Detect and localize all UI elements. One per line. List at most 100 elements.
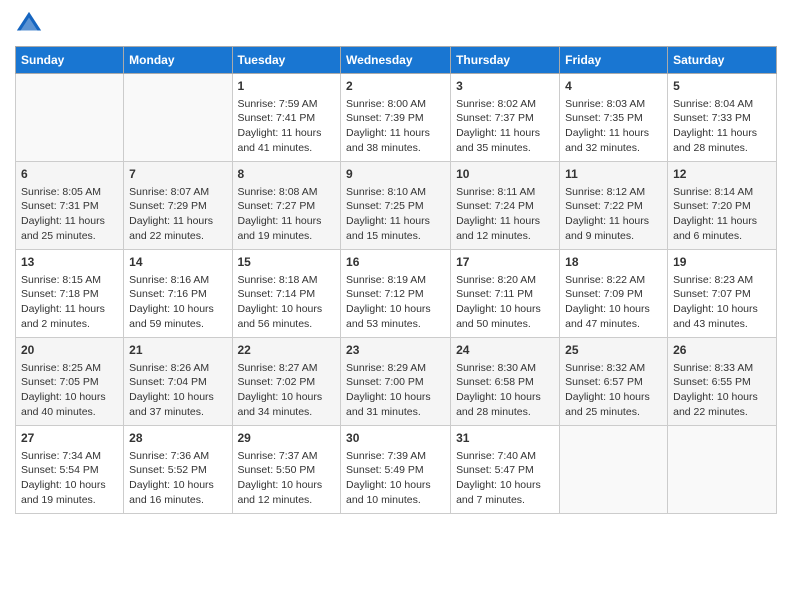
day-number: 24: [456, 342, 554, 359]
calendar-cell: 2Sunrise: 8:00 AMSunset: 7:39 PMDaylight…: [341, 74, 451, 162]
cell-content: Sunrise: 8:07 AMSunset: 7:29 PMDaylight:…: [129, 185, 226, 244]
cell-content: Sunrise: 8:18 AMSunset: 7:14 PMDaylight:…: [238, 273, 336, 332]
sunrise-text: Sunrise: 8:14 AM: [673, 185, 771, 200]
day-number: 2: [346, 78, 445, 95]
calendar-cell: [16, 74, 124, 162]
calendar-cell: 31 Sunrise: 7:40 AMSunset: 5:47 PMDayligh…: [451, 426, 560, 514]
sunset-text: Sunset: 5:54 PM: [21, 463, 118, 478]
calendar-cell: 28 Sunrise: 7:36 AMSunset: 5:52 PMDayligh…: [124, 426, 232, 514]
calendar-cell: 26Sunrise: 8:33 AMSunset: 6:55 PMDayligh…: [668, 338, 777, 426]
weekday-header: Monday: [124, 47, 232, 74]
sunrise-text: Sunrise: 8:10 AM: [346, 185, 445, 200]
daylight-text: Daylight: 10 hours and 56 minutes.: [238, 302, 336, 331]
calendar-cell: 9 Sunrise: 8:10 AMSunset: 7:25 PMDaylight…: [341, 162, 451, 250]
calendar-cell: [124, 74, 232, 162]
calendar-cell: 24Sunrise: 8:30 AMSunset: 6:58 PMDayligh…: [451, 338, 560, 426]
day-number: 6: [21, 166, 118, 183]
cell-content: Sunrise: 8:19 AMSunset: 7:12 PMDaylight:…: [346, 273, 445, 332]
day-number: 1: [238, 78, 336, 95]
day-number: 14: [129, 254, 226, 271]
cell-content: Sunrise: 8:03 AMSunset: 7:35 PMDaylight:…: [565, 97, 662, 156]
sunrise-text: Sunrise: 8:07 AM: [129, 185, 226, 200]
calendar-cell: 6 Sunrise: 8:05 AMSunset: 7:31 PMDaylight…: [16, 162, 124, 250]
daylight-text: Daylight: 11 hours and 38 minutes.: [346, 126, 445, 155]
sunrise-text: Sunrise: 8:19 AM: [346, 273, 445, 288]
daylight-text: Daylight: 11 hours and 25 minutes.: [21, 214, 118, 243]
cell-content: Sunrise: 8:15 AMSunset: 7:18 PMDaylight:…: [21, 273, 118, 332]
sunrise-text: Sunrise: 8:20 AM: [456, 273, 554, 288]
sunrise-text: Sunrise: 7:34 AM: [21, 449, 118, 464]
day-number: 31: [456, 430, 554, 447]
logo: [15, 10, 47, 38]
sunrise-text: Sunrise: 8:08 AM: [238, 185, 336, 200]
cell-content: Sunrise: 8:27 AMSunset: 7:02 PMDaylight:…: [238, 361, 336, 420]
weekday-header: Sunday: [16, 47, 124, 74]
day-number: 28: [129, 430, 226, 447]
daylight-text: Daylight: 10 hours and 53 minutes.: [346, 302, 445, 331]
sunset-text: Sunset: 7:16 PM: [129, 287, 226, 302]
day-number: 9: [346, 166, 445, 183]
calendar-week-row: 13Sunrise: 8:15 AMSunset: 7:18 PMDayligh…: [16, 250, 777, 338]
cell-content: Sunrise: 8:14 AMSunset: 7:20 PMDaylight:…: [673, 185, 771, 244]
sunrise-text: Sunrise: 8:05 AM: [21, 185, 118, 200]
calendar-cell: 3Sunrise: 8:02 AMSunset: 7:37 PMDaylight…: [451, 74, 560, 162]
daylight-text: Daylight: 10 hours and 59 minutes.: [129, 302, 226, 331]
day-number: 16: [346, 254, 445, 271]
sunrise-text: Sunrise: 8:03 AM: [565, 97, 662, 112]
calendar-cell: 8 Sunrise: 8:08 AMSunset: 7:27 PMDaylight…: [232, 162, 341, 250]
sunset-text: Sunset: 7:31 PM: [21, 199, 118, 214]
sunset-text: Sunset: 6:57 PM: [565, 375, 662, 390]
sunset-text: Sunset: 7:04 PM: [129, 375, 226, 390]
sunset-text: Sunset: 7:02 PM: [238, 375, 336, 390]
cell-content: Sunrise: 8:12 AMSunset: 7:22 PMDaylight:…: [565, 185, 662, 244]
weekday-header: Friday: [560, 47, 668, 74]
day-number: 4: [565, 78, 662, 95]
cell-content: Sunrise: 7:40 AMSunset: 5:47 PMDaylight:…: [456, 449, 554, 508]
sunrise-text: Sunrise: 8:02 AM: [456, 97, 554, 112]
sunset-text: Sunset: 7:20 PM: [673, 199, 771, 214]
cell-content: Sunrise: 8:10 AMSunset: 7:25 PMDaylight:…: [346, 185, 445, 244]
sunrise-text: Sunrise: 8:00 AM: [346, 97, 445, 112]
calendar-cell: 21Sunrise: 8:26 AMSunset: 7:04 PMDayligh…: [124, 338, 232, 426]
cell-content: Sunrise: 7:36 AMSunset: 5:52 PMDaylight:…: [129, 449, 226, 508]
cell-content: Sunrise: 8:02 AMSunset: 7:37 PMDaylight:…: [456, 97, 554, 156]
daylight-text: Daylight: 10 hours and 19 minutes.: [21, 478, 118, 507]
cell-content: Sunrise: 7:59 AMSunset: 7:41 PMDaylight:…: [238, 97, 336, 156]
calendar-cell: 18Sunrise: 8:22 AMSunset: 7:09 PMDayligh…: [560, 250, 668, 338]
sunrise-text: Sunrise: 8:29 AM: [346, 361, 445, 376]
daylight-text: Daylight: 10 hours and 50 minutes.: [456, 302, 554, 331]
calendar-cell: 7Sunrise: 8:07 AMSunset: 7:29 PMDaylight…: [124, 162, 232, 250]
weekday-header: Thursday: [451, 47, 560, 74]
day-number: 8: [238, 166, 336, 183]
cell-content: Sunrise: 8:08 AMSunset: 7:27 PMDaylight:…: [238, 185, 336, 244]
weekday-header: Tuesday: [232, 47, 341, 74]
sunset-text: Sunset: 7:18 PM: [21, 287, 118, 302]
daylight-text: Daylight: 10 hours and 37 minutes.: [129, 390, 226, 419]
day-number: 10: [456, 166, 554, 183]
daylight-text: Daylight: 10 hours and 31 minutes.: [346, 390, 445, 419]
sunset-text: Sunset: 7:25 PM: [346, 199, 445, 214]
daylight-text: Daylight: 11 hours and 41 minutes.: [238, 126, 336, 155]
daylight-text: Daylight: 10 hours and 10 minutes.: [346, 478, 445, 507]
sunrise-text: Sunrise: 7:37 AM: [238, 449, 336, 464]
calendar-cell: 27Sunrise: 7:34 AMSunset: 5:54 PMDayligh…: [16, 426, 124, 514]
sunset-text: Sunset: 7:09 PM: [565, 287, 662, 302]
daylight-text: Daylight: 10 hours and 12 minutes.: [238, 478, 336, 507]
sunrise-text: Sunrise: 8:15 AM: [21, 273, 118, 288]
sunset-text: Sunset: 7:27 PM: [238, 199, 336, 214]
daylight-text: Daylight: 11 hours and 22 minutes.: [129, 214, 226, 243]
daylight-text: Daylight: 10 hours and 43 minutes.: [673, 302, 771, 331]
cell-content: Sunrise: 8:32 AMSunset: 6:57 PMDaylight:…: [565, 361, 662, 420]
calendar-cell: 17Sunrise: 8:20 AMSunset: 7:11 PMDayligh…: [451, 250, 560, 338]
sunset-text: Sunset: 7:29 PM: [129, 199, 226, 214]
sunset-text: Sunset: 7:00 PM: [346, 375, 445, 390]
calendar-cell: 5Sunrise: 8:04 AMSunset: 7:33 PMDaylight…: [668, 74, 777, 162]
sunrise-text: Sunrise: 8:32 AM: [565, 361, 662, 376]
sunset-text: Sunset: 7:41 PM: [238, 111, 336, 126]
sunrise-text: Sunrise: 8:25 AM: [21, 361, 118, 376]
logo-icon: [15, 10, 43, 38]
weekday-header: Saturday: [668, 47, 777, 74]
sunset-text: Sunset: 7:07 PM: [673, 287, 771, 302]
sunrise-text: Sunrise: 8:16 AM: [129, 273, 226, 288]
calendar-cell: 13Sunrise: 8:15 AMSunset: 7:18 PMDayligh…: [16, 250, 124, 338]
